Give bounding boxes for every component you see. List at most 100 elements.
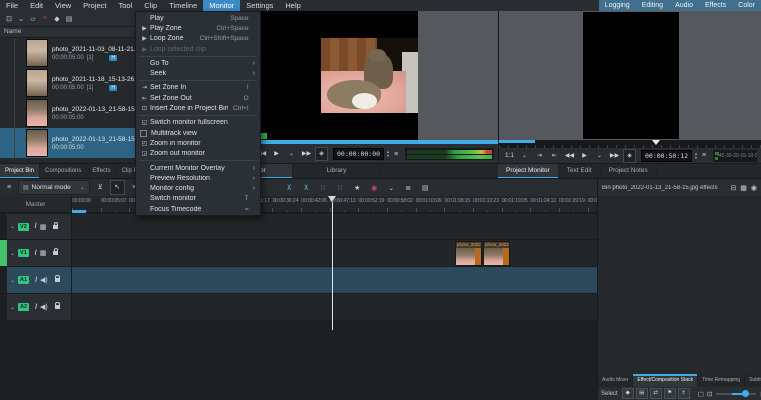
- menubar-item[interactable]: Settings: [240, 0, 279, 11]
- menu-item[interactable]: Seek ›: [136, 68, 260, 78]
- lock-icon[interactable]: [54, 275, 60, 282]
- project-monitor-tab[interactable]: Text Edit: [559, 164, 601, 179]
- menu-item[interactable]: Focus Timecode = ›: [136, 204, 260, 214]
- workspace-button[interactable]: Color: [732, 0, 761, 11]
- track-lane[interactable]: [72, 267, 597, 294]
- track-media-icon[interactable]: ◀): [40, 276, 48, 284]
- project-monitor-tab[interactable]: Project Notes: [601, 164, 657, 179]
- select-tool-button[interactable]: ↖: [109, 180, 125, 195]
- project-monitor-viewport[interactable]: [499, 11, 761, 140]
- track-name-badge[interactable]: V1: [18, 249, 29, 257]
- extract-zone-button[interactable]: ∷: [334, 184, 347, 192]
- rewind-button[interactable]: ◀◀: [563, 149, 576, 163]
- subtitle-button[interactable]: ▤: [419, 184, 432, 192]
- menu-item[interactable]: Preview Resolution ›: [136, 173, 260, 183]
- view-mode-button[interactable]: ▤: [63, 15, 75, 23]
- edit-track-icon[interactable]: /: [35, 304, 37, 311]
- track-lane[interactable]: [72, 294, 597, 321]
- track-media-icon[interactable]: ▦: [40, 223, 47, 231]
- bin-tab[interactable]: Compositions: [40, 164, 88, 179]
- menu-item[interactable]: Monitor config ›: [136, 183, 260, 193]
- mix-tool-button[interactable]: ⊻: [93, 180, 108, 195]
- bin-tab[interactable]: Effects: [87, 164, 117, 179]
- track-header[interactable]: ⌄ A1 / ◀): [0, 267, 72, 294]
- menubar-item[interactable]: Clip: [138, 0, 163, 11]
- effect-panel-tab[interactable]: Time Remapping: [698, 374, 746, 387]
- insert-zone-button[interactable]: ⊼: [300, 184, 313, 192]
- track-media-icon[interactable]: ▦: [40, 249, 47, 257]
- chevron-down-icon[interactable]: ⌄: [10, 277, 15, 284]
- track-header[interactable]: ⌄ V2 / ▦: [0, 214, 72, 240]
- record-options-chevron[interactable]: ⌄: [385, 184, 398, 192]
- plus-minus-button[interactable]: ±: [677, 388, 690, 399]
- chevron-down-icon[interactable]: ⌄: [10, 250, 15, 257]
- menu-item[interactable]: ⇤ Set Zone Out O ›: [136, 93, 260, 103]
- play-button[interactable]: ▶: [578, 149, 591, 163]
- menu-item[interactable]: Go To ›: [136, 58, 260, 68]
- timeline-playhead[interactable]: [328, 196, 336, 330]
- save-stack-button[interactable]: ▤: [635, 388, 648, 399]
- effect-panel-tab[interactable]: Audio Mixer: [598, 374, 634, 387]
- zoom-fit-button[interactable]: ▢: [698, 390, 704, 398]
- menubar-item[interactable]: File: [0, 0, 24, 11]
- edit-track-icon[interactable]: /: [35, 223, 37, 230]
- clip-thumbnail[interactable]: [26, 129, 48, 157]
- play-options-chevron[interactable]: ⌄: [593, 149, 606, 163]
- timeline-track[interactable]: ⌄ V2 / ▦: [0, 214, 597, 240]
- chevron-down-icon[interactable]: ⌄: [10, 223, 15, 230]
- track-lane[interactable]: [72, 240, 597, 267]
- lock-icon[interactable]: [53, 248, 59, 255]
- zone-out-button[interactable]: ⇤: [548, 149, 561, 163]
- menu-item[interactable]: ⇥ Set Zone In I ›: [136, 83, 260, 93]
- menubar-item[interactable]: Timeline: [163, 0, 203, 11]
- zoom-slider-handle[interactable]: [741, 390, 749, 397]
- fast-forward-button[interactable]: ▶▶: [608, 149, 621, 163]
- add-clip-button[interactable]: ⊡: [3, 15, 15, 23]
- menu-item[interactable]: Play Space ›: [136, 13, 260, 23]
- menu-item[interactable]: Current Monitor Overlay ›: [136, 163, 260, 173]
- monitor-menu-icon[interactable]: ≡: [702, 152, 706, 159]
- workspace-button[interactable]: Audio: [669, 0, 699, 11]
- workspace-button[interactable]: Editing: [636, 0, 669, 11]
- master-track-button[interactable]: Master: [0, 196, 72, 213]
- zone-in-button[interactable]: ⇥: [533, 149, 546, 163]
- menubar-item[interactable]: Monitor: [203, 0, 241, 11]
- menubar-item[interactable]: Project: [77, 0, 112, 11]
- edit-mode-combobox[interactable]: ▤ Normal mode ⌄: [18, 180, 90, 195]
- track-name-badge[interactable]: A1: [18, 276, 30, 284]
- flag-button[interactable]: ⚑: [663, 388, 676, 399]
- track-media-icon[interactable]: ◀): [40, 303, 48, 311]
- menubar-item[interactable]: Help: [279, 0, 306, 11]
- monitor-tab[interactable]: Library: [293, 164, 381, 179]
- record-audio-button[interactable]: ◉: [368, 184, 381, 192]
- timeline-track[interactable]: ⌄ A1 / ◀): [0, 267, 597, 294]
- track-header[interactable]: ⌄ V1 / ▦: [0, 240, 72, 267]
- timeline-clip[interactable]: photo_2022-01-13_21-58-15.jpg: [483, 241, 510, 266]
- menubar-item[interactable]: Edit: [24, 0, 49, 11]
- monitor-menu-icon[interactable]: ≡: [394, 151, 398, 158]
- menu-item[interactable]: ▶ Play Zone Ctrl+Space ›: [136, 23, 260, 33]
- timeline-track[interactable]: ⌄ A2 / ◀): [0, 294, 597, 321]
- play-options-chevron[interactable]: ⌄: [285, 147, 298, 161]
- builtin-effects-icon[interactable]: ▦: [740, 184, 747, 192]
- zoom-frame-button[interactable]: ⊡: [707, 390, 712, 398]
- play-button[interactable]: ▶: [270, 147, 283, 161]
- tag-filter-button[interactable]: ◆: [621, 388, 634, 399]
- effect-panel-tab[interactable]: Subtitles: [745, 374, 761, 387]
- edit-track-icon[interactable]: /: [35, 277, 37, 284]
- delete-button[interactable]: ×: [39, 15, 51, 22]
- bin-tab[interactable]: Project Bin: [0, 164, 41, 179]
- timeline-clip[interactable]: photo_2022-01-13_21-58-15.jpg: [455, 241, 482, 266]
- menubar-item[interactable]: Tool: [113, 0, 139, 11]
- zoom-slider[interactable]: [716, 389, 757, 398]
- lock-icon[interactable]: [53, 221, 59, 229]
- track-lane[interactable]: [72, 214, 597, 240]
- track-name-badge[interactable]: V2: [18, 222, 29, 231]
- switch-order-button[interactable]: ⇄: [649, 388, 662, 399]
- edit-track-icon[interactable]: /: [35, 250, 37, 257]
- mix-clips-button[interactable]: ⊼: [283, 184, 296, 192]
- pan-monitor-button[interactable]: ◈: [315, 147, 328, 161]
- project-monitor-zone-bar[interactable]: [499, 140, 535, 143]
- add-clip-chevron[interactable]: ⌄: [15, 15, 27, 23]
- project-monitor-ruler[interactable]: [499, 140, 761, 148]
